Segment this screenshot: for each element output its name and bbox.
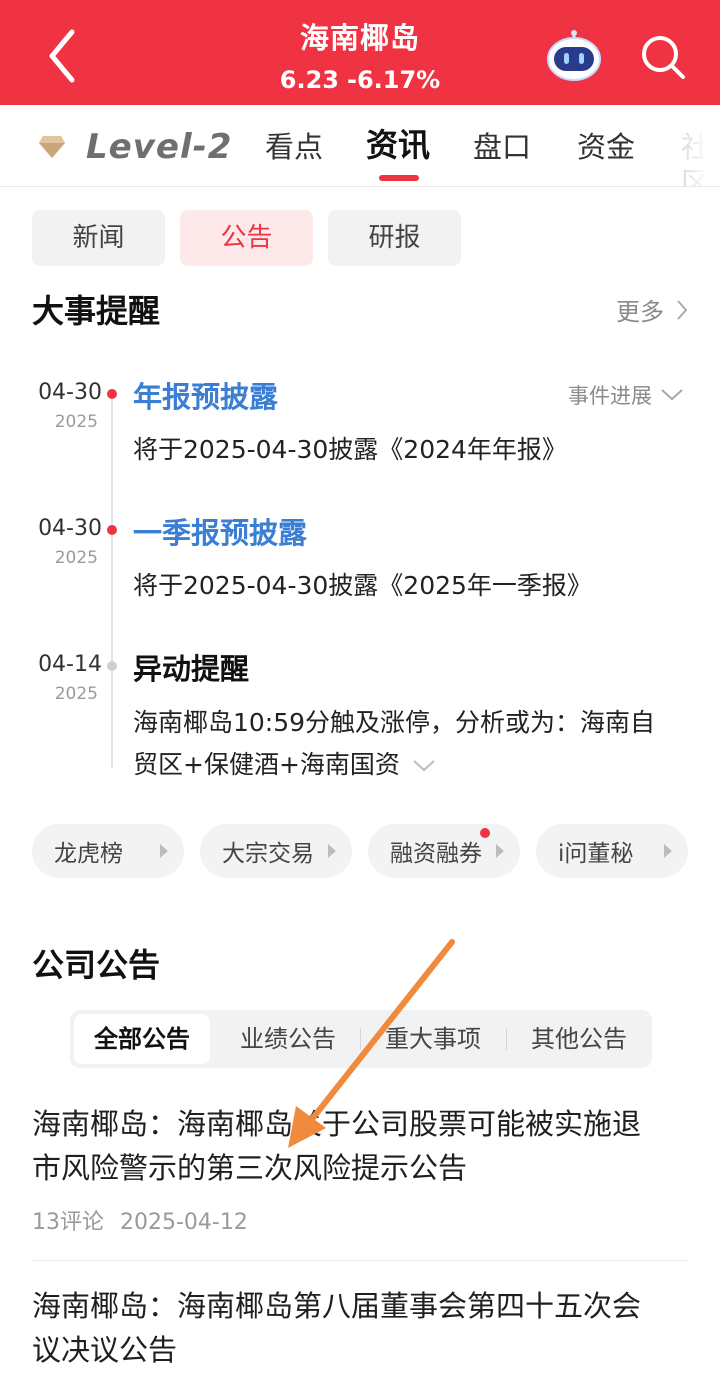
pill-label: 融资融券 [390,841,482,867]
triangle-right-icon [160,844,168,858]
event-year: 2025 [54,684,98,704]
announcement-title-line: 议决议公告 [32,1333,178,1367]
quick-link-block-trade[interactable]: 大宗交易 [200,824,352,878]
quick-link-ask-secretary[interactable]: i问董秘 [536,824,688,878]
top-bar: 海南椰岛 6.23 -6.17% [0,0,720,105]
announcement-date: 2025-04-12 [120,1210,248,1235]
timeline-dot-active [107,389,117,399]
triangle-right-icon [496,844,504,858]
chevron-down-icon[interactable] [412,759,436,773]
events-more-link[interactable]: 更多 [616,292,688,327]
stock-quote: 6.23 -6.17% [0,64,720,96]
level2-label: Level-2 [86,127,233,167]
triangle-right-icon [328,844,336,858]
filter-divider [506,1028,507,1050]
robot-assistant-icon[interactable] [546,30,602,82]
timeline-line [111,396,113,768]
level2-button[interactable]: Level-2 [38,127,232,167]
event-date: 04-30 [38,516,102,541]
event-desc-line-text: 贸区+保健酒+海南国资 [133,750,400,779]
tab-fade-overlay [660,105,720,186]
pill-label: i问董秘 [558,841,634,867]
stock-price: 6.23 [279,66,339,94]
event-date: 04-30 [38,380,102,405]
more-label: 更多 [616,298,664,326]
tab-pankou[interactable]: 盘口 [473,129,531,165]
tab-zijin[interactable]: 资金 [577,129,635,165]
event-desc: 将于2025-04-30披露《2024年年报》 [133,435,567,464]
diamond-icon [39,136,65,158]
event-desc[interactable]: 海南椰岛10:59分触及涨停，分析或为：海南自 贸区+保健酒+海南国资 [133,702,693,786]
tab-bar: Level-2 看点 资讯 盘口 资金 社区 [0,105,720,187]
subtab-announcements[interactable]: 公告 [180,210,313,266]
announcements-section-title: 公司公告 [32,946,161,984]
tab-kandian[interactable]: 看点 [265,129,323,165]
list-divider [32,1260,688,1261]
timeline-dot [107,661,117,671]
notification-dot [480,828,490,838]
filter-other[interactable]: 其他公告 [511,1014,647,1064]
chevron-right-icon [677,299,688,320]
event-title[interactable]: 年报预披露 [133,374,278,416]
announcement-title[interactable]: 海南椰岛：海南椰岛第八届董事会第四十五次会 议决议公告 [32,1284,692,1372]
filter-divider [360,1028,361,1050]
event-year: 2025 [54,412,98,432]
events-section-title: 大事提醒 [32,292,161,330]
event-desc-line: 海南椰岛10:59分触及涨停，分析或为：海南自 [133,708,656,737]
stock-name: 海南椰岛 [299,21,420,55]
announcement-title[interactable]: 海南椰岛：海南椰岛关于公司股票可能被实施退 市风险警示的第三次风险提示公告 [32,1102,692,1190]
event-date: 04-14 [38,652,102,677]
quick-link-dragon-tiger[interactable]: 龙虎榜 [32,824,184,878]
filter-major-events[interactable]: 重大事项 [365,1014,501,1064]
stock-change: -6.17% [346,66,441,94]
event-progress-toggle[interactable]: 事件进展 [568,380,684,410]
event-desc-line: 贸区+保健酒+海南国资 [133,744,693,786]
timeline-dot-active [107,525,117,535]
subtab-research[interactable]: 研报 [328,210,461,266]
announcement-meta: 13评论 2025-04-12 [32,1204,248,1236]
event-desc: 将于2025-04-30披露《2025年一季报》 [133,571,592,600]
filter-all[interactable]: 全部公告 [74,1014,210,1064]
pill-label: 龙虎榜 [54,841,123,867]
announcement-filter: 全部公告 业绩公告 重大事项 其他公告 [70,1010,652,1068]
announcement-title-line: 海南椰岛：海南椰岛关于公司股票可能被实施退 [32,1107,642,1141]
active-tab-indicator [379,175,419,181]
event-year: 2025 [54,548,98,568]
search-icon[interactable] [638,32,688,82]
event-title: 异动提醒 [133,652,250,686]
subtab-news[interactable]: 新闻 [32,210,165,266]
comment-count: 13评论 [32,1210,104,1235]
stock-header: 海南椰岛 6.23 -6.17% [0,18,720,96]
filter-earnings[interactable]: 业绩公告 [220,1014,356,1064]
event-progress-label: 事件进展 [568,384,652,408]
pill-label: 大宗交易 [222,841,314,867]
quick-link-margin-trading[interactable]: 融资融券 [368,824,520,878]
event-title[interactable]: 一季报预披露 [133,510,307,552]
triangle-right-icon [664,844,672,858]
announcement-title-line: 海南椰岛：海南椰岛第八届董事会第四十五次会 [32,1289,642,1323]
chevron-down-icon [661,389,683,401]
tab-zixun[interactable]: 资讯 [366,127,430,163]
announcement-title-line: 市风险警示的第三次风险提示公告 [32,1151,468,1185]
